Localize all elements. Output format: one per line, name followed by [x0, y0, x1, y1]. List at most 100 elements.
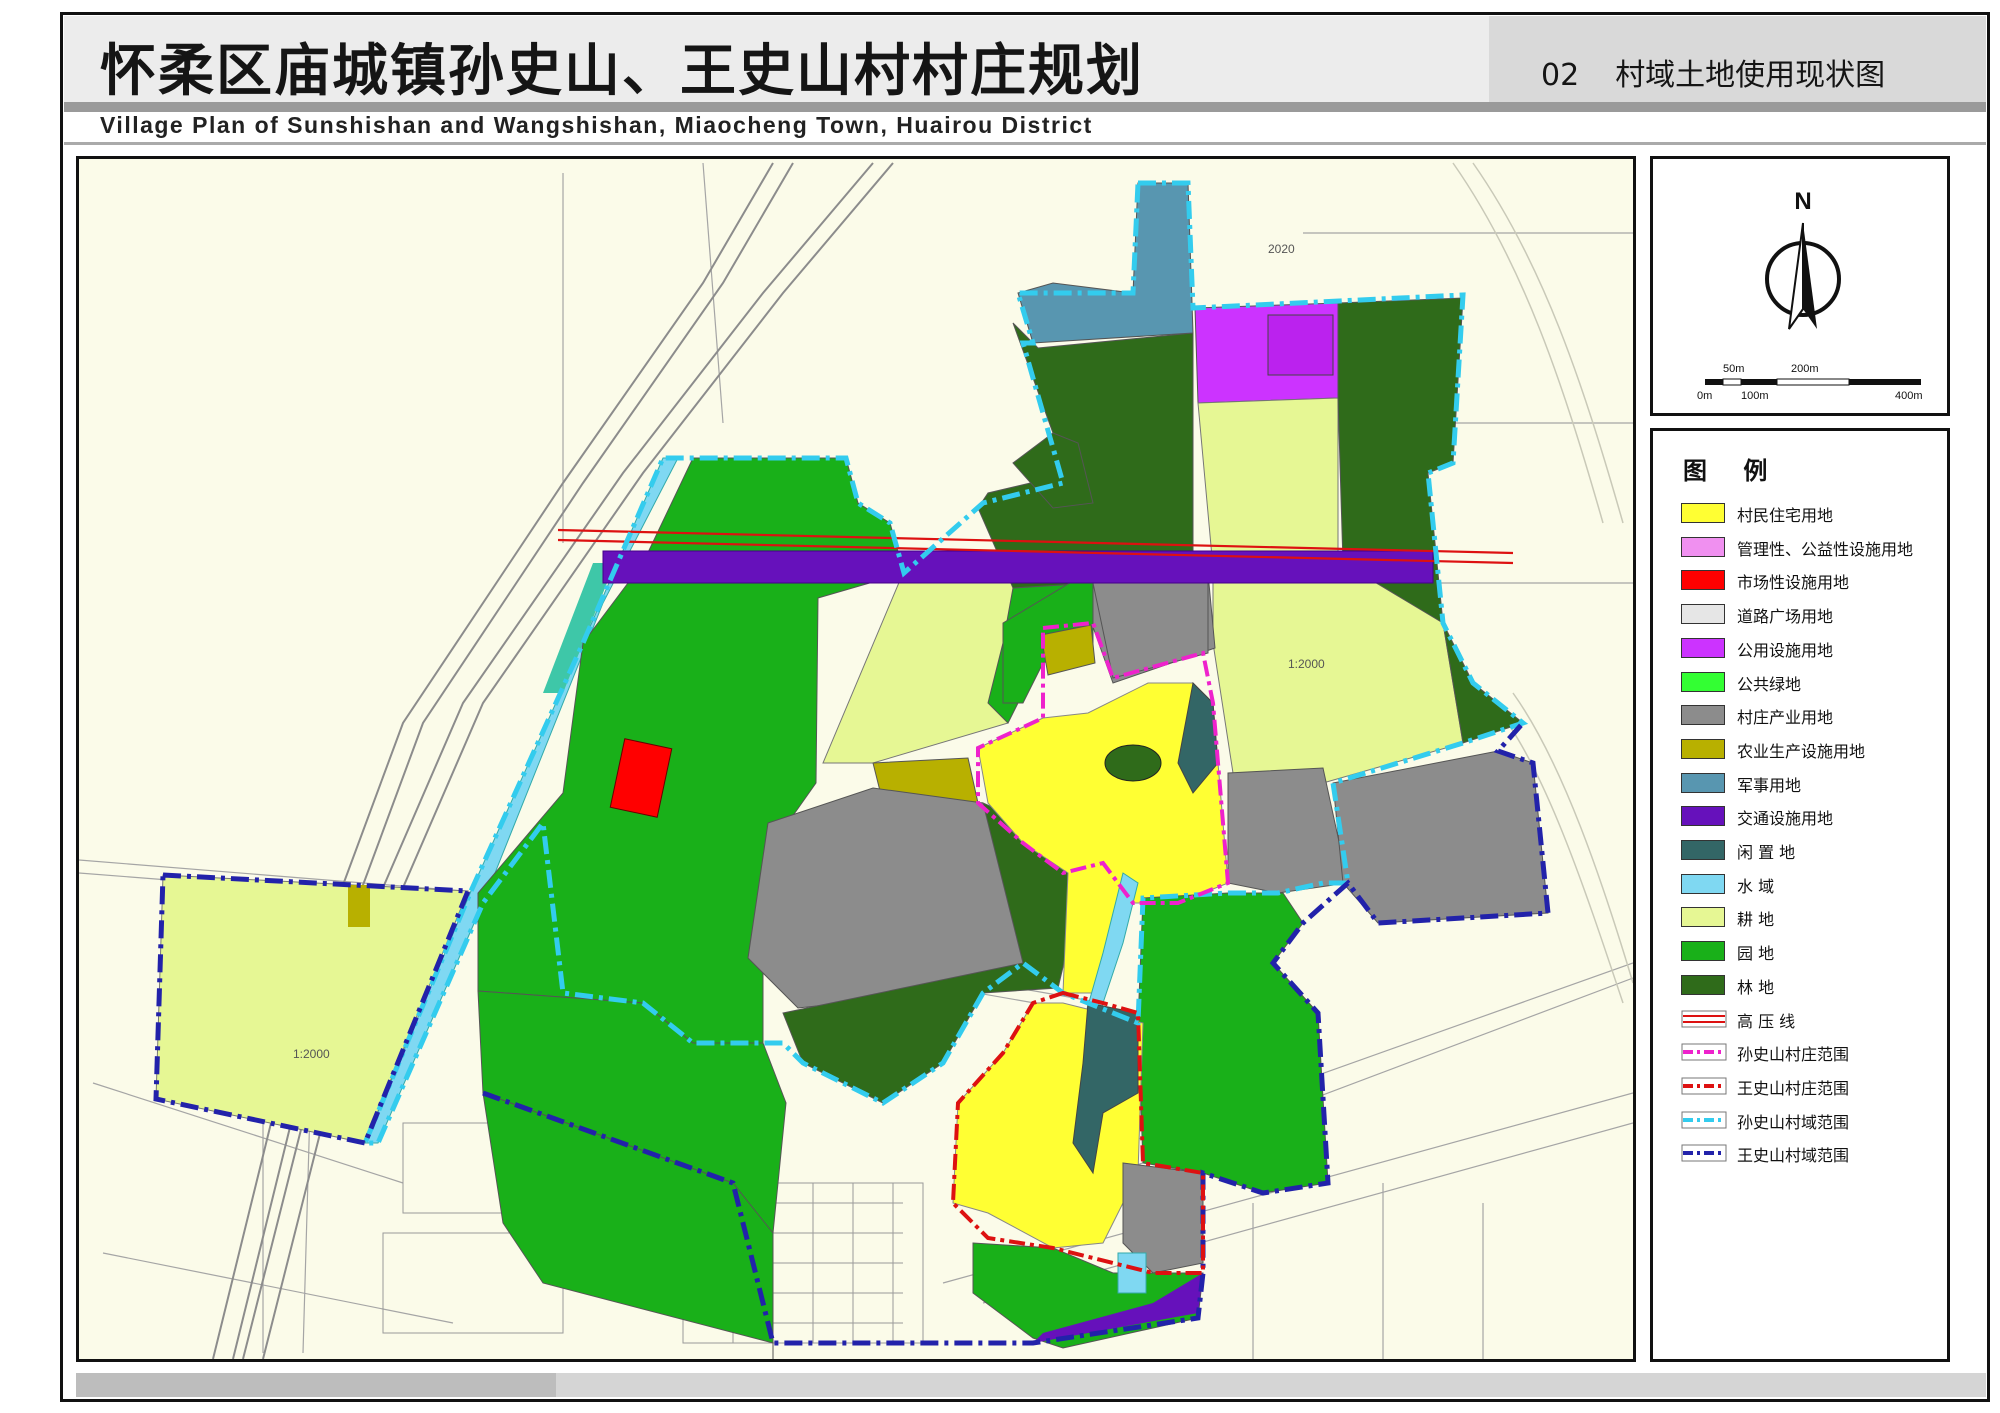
- map-label-scale-west: 1:2000: [293, 1047, 330, 1061]
- legend-label: 孙史山村庄范围: [1737, 1045, 1850, 1065]
- legend-swatch: [1681, 1144, 1727, 1162]
- industry-northeast-block: [1092, 582, 1209, 679]
- legend-swatch: [1681, 604, 1725, 625]
- legend-label: 公用设施用地: [1737, 640, 1834, 660]
- legend-item: 王史山村域范围: [1681, 1141, 1951, 1165]
- industry-far-east: [1332, 750, 1549, 924]
- orchard-east: [1137, 892, 1329, 1194]
- legend-title: 图 例: [1683, 457, 1782, 485]
- transport-corridor: [602, 550, 1434, 584]
- legend-swatch: [1681, 738, 1725, 759]
- legend-item: 林 地: [1681, 973, 1951, 997]
- legend-label: 水 域: [1737, 876, 1775, 896]
- utility-inner-block: [1267, 314, 1334, 376]
- map-label-2020: 2020: [1268, 242, 1295, 256]
- legend-label: 林 地: [1737, 977, 1775, 997]
- scale-bar: 50m 200m 0m 100m 400m: [1697, 363, 1923, 402]
- legend-label: 农业生产设施用地: [1737, 741, 1866, 761]
- legend-item: 孙史山村庄范围: [1681, 1040, 1951, 1064]
- subtitle-box: 02 村域土地使用现状图: [1489, 16, 1986, 112]
- legend-label: 耕 地: [1737, 910, 1775, 930]
- legend-swatch: [1681, 974, 1725, 995]
- legend-swatch: [1681, 1043, 1727, 1061]
- military-land: [1017, 182, 1194, 344]
- legend-swatch: [1681, 1111, 1727, 1129]
- legend-swatch: [1681, 806, 1725, 827]
- map-subtitle: 02 村域土地使用现状图: [1541, 50, 1885, 94]
- cropland-northeast: [1197, 397, 1339, 569]
- legend-item: 耕 地: [1681, 905, 1951, 929]
- legend-swatch: [1681, 705, 1725, 726]
- legend-item: 交通设施用地: [1681, 804, 1951, 828]
- legend-swatch: [1681, 637, 1725, 658]
- legend-swatch: [1681, 503, 1725, 523]
- legend-item: 村庄产业用地: [1681, 703, 1951, 727]
- legend-item: 王史山村庄范围: [1681, 1074, 1951, 1098]
- north-letter: N: [1794, 188, 1811, 215]
- agri-facility-west: [348, 885, 370, 927]
- legend-item: 公共绿地: [1681, 670, 1951, 694]
- legend-panel: 图 例 村民住宅用地管理性、公益性设施用地 市场性设施用地 道路广场用地 公用设施用地…: [1650, 428, 1950, 1362]
- legend-item: 村民住宅用地: [1681, 501, 1951, 525]
- legend-swatch: [1681, 1077, 1727, 1095]
- park-green: [1104, 744, 1162, 782]
- legend-item: 高 压 线: [1681, 1007, 1951, 1031]
- legend-swatch: [1681, 671, 1725, 692]
- legend-label: 村庄产业用地: [1737, 708, 1834, 728]
- legend-swatch: [1681, 840, 1725, 860]
- scale-label-100m: 100m: [1741, 390, 1769, 402]
- legend-item: 闲 置 地: [1681, 838, 1951, 862]
- legend-swatch: [1681, 907, 1725, 928]
- legend-item: 孙史山村域范围: [1681, 1108, 1951, 1132]
- north-arrow-icon: [1765, 222, 1841, 330]
- legend-label: 道路广场用地: [1737, 607, 1834, 627]
- legend-item: 市场性设施用地: [1681, 568, 1951, 592]
- map-label-scale-east: 1:2000: [1288, 657, 1325, 671]
- north-arrow-panel: N 50m 200m 0m 100m 400m: [1650, 156, 1950, 416]
- legend-item: 管理性、公益性设施用地: [1681, 535, 1951, 559]
- cropland-center: [822, 572, 1019, 764]
- map-number: 02: [1541, 58, 1580, 93]
- legend-label: 孙史山村域范围: [1737, 1112, 1850, 1132]
- legend-label: 管理性、公益性设施用地: [1737, 539, 1914, 559]
- footer-bar: [76, 1373, 1986, 1397]
- scale-label-0m: 0m: [1697, 390, 1712, 402]
- legend-swatch: [1681, 772, 1725, 793]
- map-panel[interactable]: 2020 1:2000 1:2000: [76, 156, 1636, 1362]
- legend-swatch: [1681, 570, 1725, 591]
- footer-bar-left: [76, 1373, 556, 1397]
- legend-label: 公共绿地: [1737, 674, 1802, 694]
- land-use-map: 2020 1:2000 1:2000: [79, 162, 1633, 1359]
- map-title: 怀柔区庙城镇孙史山、王史山村村庄规划: [100, 39, 1144, 104]
- legend-swatch: [1681, 1010, 1727, 1027]
- legend-label: 村民住宅用地: [1737, 506, 1834, 525]
- legend-item: 农业生产设施用地: [1681, 737, 1951, 761]
- legend-swatch: [1681, 873, 1725, 894]
- english-title-bar: Village Plan of Sunshishan and Wangshish…: [64, 112, 1986, 145]
- legend-label: 高 压 线: [1737, 1011, 1796, 1031]
- legend-label: 市场性设施用地: [1737, 573, 1850, 593]
- legend-swatch: [1681, 941, 1725, 962]
- legend-item: 园 地: [1681, 939, 1951, 963]
- map-subtitle-name: 村域土地使用现状图: [1615, 58, 1886, 93]
- map-title-english: Village Plan of Sunshishan and Wangshish…: [100, 112, 1093, 138]
- legend-label: 园 地: [1737, 944, 1775, 964]
- legend-item: 公用设施用地: [1681, 636, 1951, 660]
- legend-item: 军事用地: [1681, 771, 1951, 795]
- legend-label: 王史山村域范围: [1737, 1146, 1850, 1166]
- scale-label-400m: 400m: [1895, 390, 1923, 402]
- forest-north: [977, 322, 1194, 589]
- scale-label-50m: 50m: [1723, 363, 1744, 375]
- north-arrow-svg: N 50m 200m 0m 100m 400m: [1697, 188, 1923, 402]
- scale-label-200m: 200m: [1791, 363, 1819, 375]
- industry-east: [1227, 767, 1349, 894]
- legend-item: 水 域: [1681, 872, 1951, 896]
- legend-label: 军事用地: [1737, 775, 1802, 795]
- legend-label: 闲 置 地: [1737, 843, 1796, 862]
- legend-label: 王史山村庄范围: [1737, 1078, 1850, 1098]
- legend-swatch: [1681, 536, 1725, 557]
- title-bar: 怀柔区庙城镇孙史山、王史山村村庄规划: [64, 16, 1489, 112]
- legend-item: 道路广场用地: [1681, 602, 1951, 626]
- legend-label: 交通设施用地: [1737, 809, 1834, 829]
- water-south: [1117, 1252, 1147, 1294]
